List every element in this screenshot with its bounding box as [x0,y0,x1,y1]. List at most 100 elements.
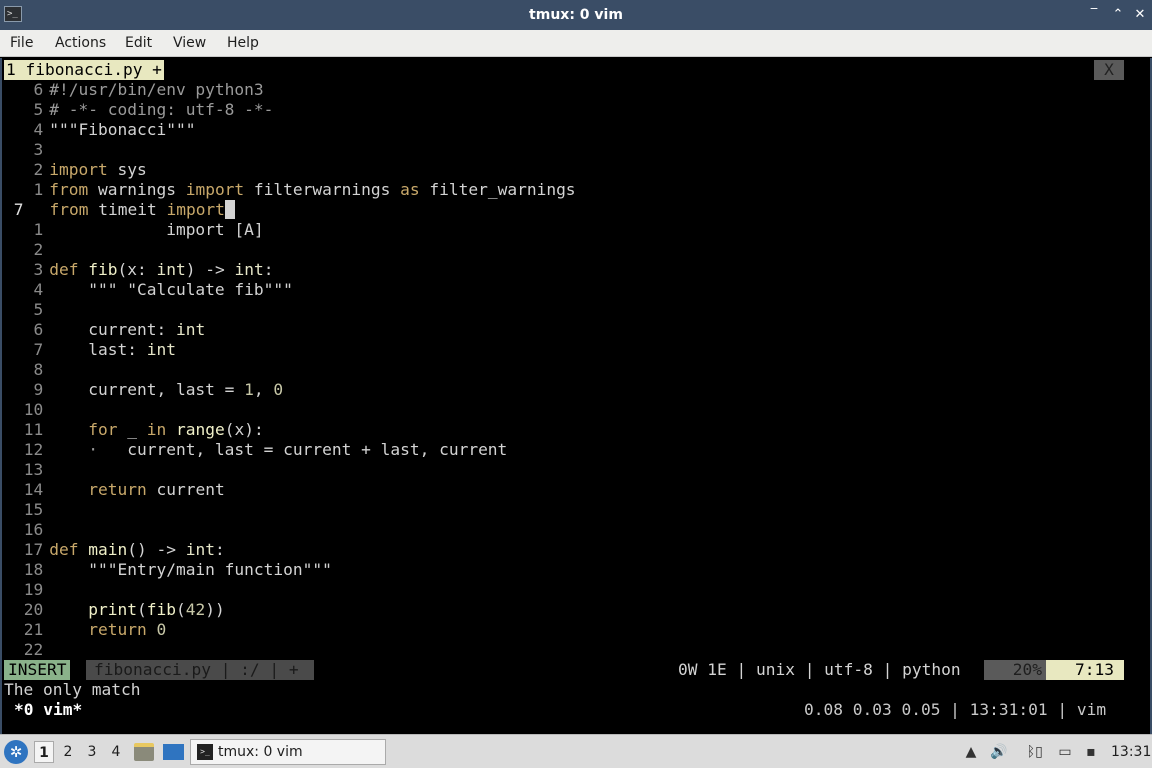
code-line[interactable]: 6 #!/usr/bin/env python3 [14,80,264,100]
terminal-pane[interactable]: 1 fibonacci.py + X 6 #!/usr/bin/env pyth… [0,58,1152,734]
line-number: 7 [13,200,24,219]
line-number: 8 [33,360,44,379]
code-line[interactable]: 11 for _ in range(x): [14,420,264,440]
code-line[interactable]: 13 [14,460,49,480]
tray-up-arrow-icon[interactable]: ▲ [962,743,980,761]
code-token: : [214,540,225,559]
code-token: _ [117,420,147,439]
workspace-1[interactable]: 1 [34,741,54,763]
workspace-3[interactable]: 3 [82,741,102,763]
code-line[interactable]: 12 · current, last = current + last, cur… [14,440,508,460]
code-line[interactable]: 7 last: int [14,340,176,360]
code-line[interactable]: 18 """Entry/main function""" [14,560,332,580]
line-number: 20 [23,600,44,619]
maximize-button[interactable]: ⌃ [1108,5,1128,25]
code-line[interactable]: 6 current: int [14,320,206,340]
code-line[interactable]: 17 def main() -> int: [14,540,225,560]
code-line[interactable]: 4 """Fibonacci""" [14,120,196,140]
line-number: 10 [23,400,44,419]
code-token: import [185,180,245,199]
vim-tab-close[interactable]: X [1094,60,1124,80]
code-token: () -> [127,540,186,559]
window-title: tmux: 0 vim [529,7,623,23]
line-number: 6 [33,80,44,99]
code-line[interactable]: 1 from warnings import filterwarnings as… [14,180,576,200]
vim-status-filename: fibonacci.py | :/ | + [86,660,314,680]
code-line[interactable]: 3 [14,140,49,160]
code-line[interactable]: 5 # -*- coding: utf-8 -*- [14,100,274,120]
workspace-4[interactable]: 4 [106,741,126,763]
minimize-button[interactable]: ‾ [1084,5,1104,25]
line-number: 21 [23,620,44,639]
code-line[interactable]: 21 return 0 [14,620,166,640]
code-token: #!/usr/bin/env python3 [49,80,264,99]
line-number: 14 [23,480,44,499]
code-token: last: [49,340,147,359]
code-line[interactable]: 7 from timeit import [4,200,235,220]
workspace-2[interactable]: 2 [58,741,78,763]
code-line[interactable]: 2 [14,240,49,260]
vim-message-line: The only match [4,680,141,699]
file-manager-icon[interactable] [134,743,154,761]
code-line[interactable]: 16 [14,520,49,540]
close-button[interactable]: ✕ [1130,5,1150,25]
menu-file[interactable]: File [10,30,33,57]
code-token: print [88,600,137,619]
line-number: 15 [23,500,44,519]
code-line[interactable]: 9 current, last = 1, 0 [14,380,284,400]
code-token: as [400,180,420,199]
vim-tabline: 1 fibonacci.py + X [2,60,1150,80]
code-line[interactable]: 1 import [A] [14,220,264,240]
line-number: 2 [33,240,44,259]
line-number: 13 [23,460,44,479]
code-line[interactable]: 22 [14,640,49,660]
code-line[interactable]: 19 [14,580,49,600]
menu-view[interactable]: View [173,30,206,57]
line-number: 3 [33,260,44,279]
code-line[interactable]: 20 print(fib(42)) [14,600,225,620]
code-token: int [156,260,186,279]
vim-status-position: 7:13 [1046,660,1124,680]
code-token: timeit [88,200,167,219]
line-number: 1 [33,180,44,199]
volume-icon[interactable]: 🔊 [990,743,1008,761]
vim-statusline: INSERT fibonacci.py | :/ | + 0W 1E | uni… [2,660,1150,680]
network-icon[interactable]: ▭ [1056,743,1074,761]
tmux-window-list[interactable]: *0 vim* [14,700,82,720]
code-line[interactable]: 8 [14,360,49,380]
menu-edit[interactable]: Edit [125,30,152,57]
show-desktop-icon[interactable] [163,744,184,760]
start-menu-icon[interactable]: ✲ [4,740,28,764]
vim-tab-active[interactable]: 1 fibonacci.py + [4,60,164,80]
menu-help[interactable]: Help [227,30,259,57]
code-line[interactable]: 5 [14,300,49,320]
vim-mode-indicator: INSERT [4,660,71,680]
taskbar-task-tmux[interactable]: >_ tmux: 0 vim [190,739,386,765]
line-number: 16 [23,520,44,539]
code-line[interactable]: 15 [14,500,49,520]
code-token: def [49,260,79,279]
code-token: int [185,540,215,559]
code-token: ) -> [185,260,235,279]
line-number: 1 [33,220,44,239]
notification-icon[interactable]: ▪ [1082,743,1100,761]
code-line[interactable]: 4 """ "Calculate fib""" [14,280,293,300]
code-line[interactable]: 3 def fib(x: int) -> int: [14,260,274,280]
code-line[interactable]: 10 [14,400,49,420]
code-line[interactable]: 14 return current [14,480,225,500]
menu-actions[interactable]: Actions [55,30,106,57]
code-token: def [49,540,79,559]
clipboard-icon[interactable]: ▯ [1030,743,1048,761]
window-titlebar[interactable]: >_ tmux: 0 vim ‾ ⌃ ✕ [0,0,1152,30]
code-token: fib [88,260,118,279]
code-token: filter_warnings [419,180,576,199]
text-cursor [224,200,235,219]
code-token: main [88,540,128,559]
code-token: import [166,200,225,219]
code-token: """ "Calculate fib""" [49,280,293,299]
code-line[interactable]: 2 import sys [14,160,147,180]
